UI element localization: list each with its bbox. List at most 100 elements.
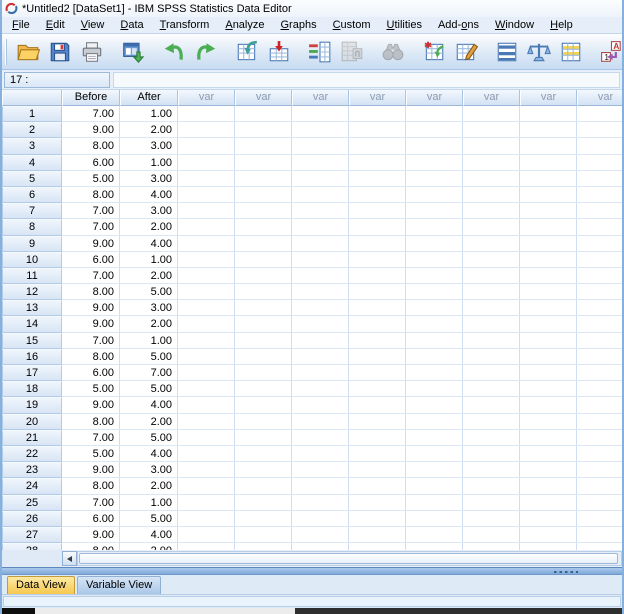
before-cell[interactable]: 9.00 <box>62 397 120 414</box>
var-column-header[interactable]: var <box>235 90 292 106</box>
empty-var-cells[interactable] <box>178 445 622 463</box>
before-cell[interactable]: 7.00 <box>62 494 120 511</box>
value-labels-button[interactable]: 1A <box>597 37 624 66</box>
empty-var-cells[interactable] <box>178 284 622 301</box>
row-number-cell[interactable]: 2 <box>2 122 62 139</box>
before-cell[interactable]: 8.00 <box>62 478 120 495</box>
before-cell[interactable]: 8.00 <box>62 413 120 430</box>
empty-var-cells[interactable] <box>178 429 622 446</box>
after-cell[interactable]: 2.00 <box>120 267 178 285</box>
before-cell[interactable]: 7.00 <box>62 267 120 285</box>
variables-button[interactable] <box>305 37 334 66</box>
scrollbar-track[interactable] <box>77 551 622 566</box>
find-button[interactable] <box>378 37 407 66</box>
row-number-cell[interactable]: 15 <box>2 332 62 349</box>
row-number-cell[interactable]: 10 <box>2 251 62 268</box>
before-cell[interactable]: 7.00 <box>62 106 120 123</box>
toolbar-grip[interactable] <box>5 38 7 65</box>
tab-variable-view[interactable]: Variable View <box>76 576 162 594</box>
row-number-cell[interactable]: 26 <box>2 510 62 527</box>
row-number-cell[interactable]: 13 <box>2 300 62 317</box>
goto-variable-button[interactable] <box>264 37 293 66</box>
menu-view[interactable]: View <box>73 18 113 33</box>
scroll-left-button[interactable] <box>62 551 77 566</box>
empty-var-cells[interactable] <box>178 365 622 382</box>
empty-var-cells[interactable] <box>178 510 622 527</box>
before-cell[interactable]: 5.00 <box>62 170 120 187</box>
undo-button[interactable] <box>159 37 188 66</box>
column-header-before[interactable]: Before <box>62 90 120 106</box>
row-number-cell[interactable]: 22 <box>2 445 62 463</box>
before-cell[interactable]: 6.00 <box>62 365 120 382</box>
column-header-after[interactable]: After <box>120 90 178 106</box>
cell-editor-field[interactable] <box>113 71 620 88</box>
after-cell[interactable]: 5.00 <box>120 510 178 527</box>
var-column-header[interactable]: var <box>520 90 577 106</box>
row-number-cell[interactable]: 24 <box>2 478 62 495</box>
before-cell[interactable]: 7.00 <box>62 219 120 236</box>
after-cell[interactable]: 2.00 <box>120 543 178 550</box>
before-cell[interactable]: 8.00 <box>62 186 120 204</box>
row-number-cell[interactable]: 20 <box>2 413 62 430</box>
before-cell[interactable]: 9.00 <box>62 122 120 139</box>
goto-case-button[interactable] <box>232 37 261 66</box>
save-button[interactable] <box>45 37 74 66</box>
after-cell[interactable]: 3.00 <box>120 300 178 317</box>
after-cell[interactable]: 7.00 <box>120 365 178 382</box>
after-cell[interactable]: 2.00 <box>120 413 178 430</box>
before-cell[interactable]: 6.00 <box>62 251 120 268</box>
before-cell[interactable]: 5.00 <box>62 381 120 398</box>
empty-var-cells[interactable] <box>178 348 622 365</box>
after-cell[interactable]: 2.00 <box>120 122 178 139</box>
menu-edit[interactable]: Edit <box>38 18 73 33</box>
redo-button[interactable] <box>191 37 220 66</box>
row-number-cell[interactable]: 14 <box>2 316 62 333</box>
empty-var-cells[interactable] <box>178 186 622 204</box>
scrollbar-thumb[interactable] <box>79 553 618 564</box>
row-number-cell[interactable]: 1 <box>2 106 62 123</box>
weight-cases-button[interactable] <box>524 37 553 66</box>
before-cell[interactable]: 6.00 <box>62 154 120 171</box>
before-cell[interactable]: 9.00 <box>62 316 120 333</box>
grid-corner-cell[interactable] <box>2 90 62 106</box>
row-number-cell[interactable]: 5 <box>2 170 62 187</box>
before-cell[interactable]: 7.00 <box>62 203 120 220</box>
after-cell[interactable]: 2.00 <box>120 316 178 333</box>
row-number-cell[interactable]: 9 <box>2 235 62 252</box>
var-column-header[interactable]: var <box>577 90 622 106</box>
empty-var-cells[interactable] <box>178 203 622 220</box>
empty-var-cells[interactable] <box>178 462 622 479</box>
empty-var-cells[interactable] <box>178 300 622 317</box>
empty-var-cells[interactable] <box>178 332 622 349</box>
after-cell[interactable]: 5.00 <box>120 381 178 398</box>
row-number-cell[interactable]: 28 <box>2 543 62 550</box>
variable-properties-button[interactable] <box>337 37 366 66</box>
dialog-recall-button[interactable] <box>118 37 147 66</box>
after-cell[interactable]: 4.00 <box>120 235 178 252</box>
menu-file[interactable]: File <box>4 18 38 33</box>
before-cell[interactable]: 7.00 <box>62 429 120 446</box>
after-cell[interactable]: 4.00 <box>120 397 178 414</box>
before-cell[interactable]: 9.00 <box>62 462 120 479</box>
empty-var-cells[interactable] <box>178 526 622 544</box>
pane-splitter[interactable] <box>2 567 622 575</box>
row-number-cell[interactable]: 18 <box>2 381 62 398</box>
empty-var-cells[interactable] <box>178 267 622 285</box>
var-column-header[interactable]: var <box>292 90 349 106</box>
after-cell[interactable]: 3.00 <box>120 462 178 479</box>
before-cell[interactable]: 9.00 <box>62 300 120 317</box>
before-cell[interactable]: 8.00 <box>62 284 120 301</box>
after-cell[interactable]: 5.00 <box>120 429 178 446</box>
after-cell[interactable]: 1.00 <box>120 251 178 268</box>
row-number-cell[interactable]: 19 <box>2 397 62 414</box>
after-cell[interactable]: 4.00 <box>120 526 178 544</box>
empty-var-cells[interactable] <box>178 154 622 171</box>
empty-var-cells[interactable] <box>178 543 622 550</box>
menu-window[interactable]: Window <box>487 18 542 33</box>
tab-data-view[interactable]: Data View <box>7 576 75 594</box>
before-cell[interactable]: 9.00 <box>62 526 120 544</box>
after-cell[interactable]: 4.00 <box>120 445 178 463</box>
before-cell[interactable]: 8.00 <box>62 543 120 550</box>
menu-help[interactable]: Help <box>542 18 581 33</box>
before-cell[interactable]: 8.00 <box>62 348 120 365</box>
